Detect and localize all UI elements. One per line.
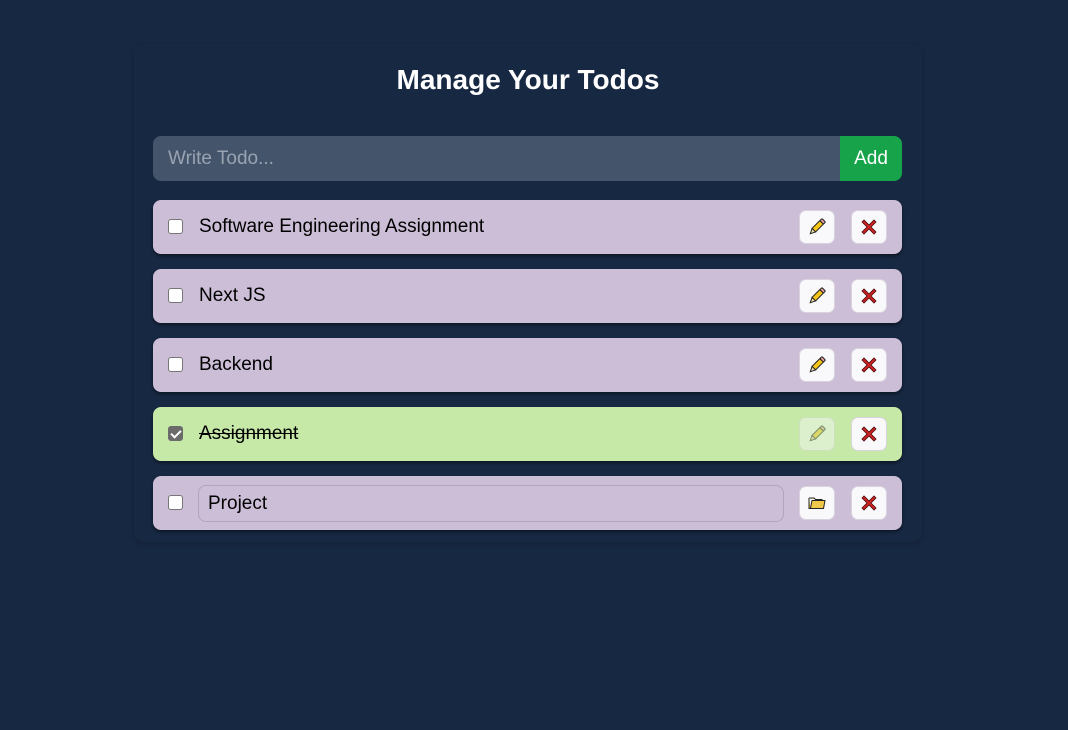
todo-checkbox[interactable] [168,219,183,234]
add-button[interactable]: Add [840,136,902,181]
todo-edit-input[interactable] [198,485,784,522]
delete-button[interactable] [851,348,887,382]
todo-item-completed: Assignment [153,407,902,461]
delete-button[interactable] [851,279,887,313]
todo-text: Backend [199,354,273,375]
edit-button-disabled [799,417,835,451]
close-icon [859,355,879,375]
close-icon [859,217,879,237]
edit-button[interactable] [799,210,835,244]
todo-checkbox-checked[interactable] [168,426,183,441]
pencil-icon [806,216,828,238]
todo-item: Next JS [153,269,902,323]
todo-checkbox[interactable] [168,288,183,303]
save-button[interactable] [799,486,835,520]
edit-button[interactable] [799,279,835,313]
todo-list: Software Engineering Assignment Next JS [153,200,902,545]
close-icon [859,286,879,306]
pencil-icon [806,285,828,307]
page-title: Manage Your Todos [396,64,660,95]
folder-icon [807,494,827,512]
close-icon [859,493,879,513]
todo-text: Software Engineering Assignment [199,216,485,237]
todo-item: Software Engineering Assignment [153,200,902,254]
todo-checkbox[interactable] [168,357,183,372]
delete-button[interactable] [851,486,887,520]
delete-button[interactable] [851,210,887,244]
todo-text: Assignment [199,423,299,444]
delete-button[interactable] [851,417,887,451]
edit-button[interactable] [799,348,835,382]
add-todo-form: Add [153,136,902,181]
pencil-icon [806,354,828,376]
close-icon [859,424,879,444]
todo-input[interactable] [153,136,840,181]
todo-item-editing [153,476,902,530]
pencil-icon [806,423,828,445]
todo-item: Backend [153,338,902,392]
todo-checkbox[interactable] [168,495,183,510]
todo-text: Next JS [199,285,266,306]
